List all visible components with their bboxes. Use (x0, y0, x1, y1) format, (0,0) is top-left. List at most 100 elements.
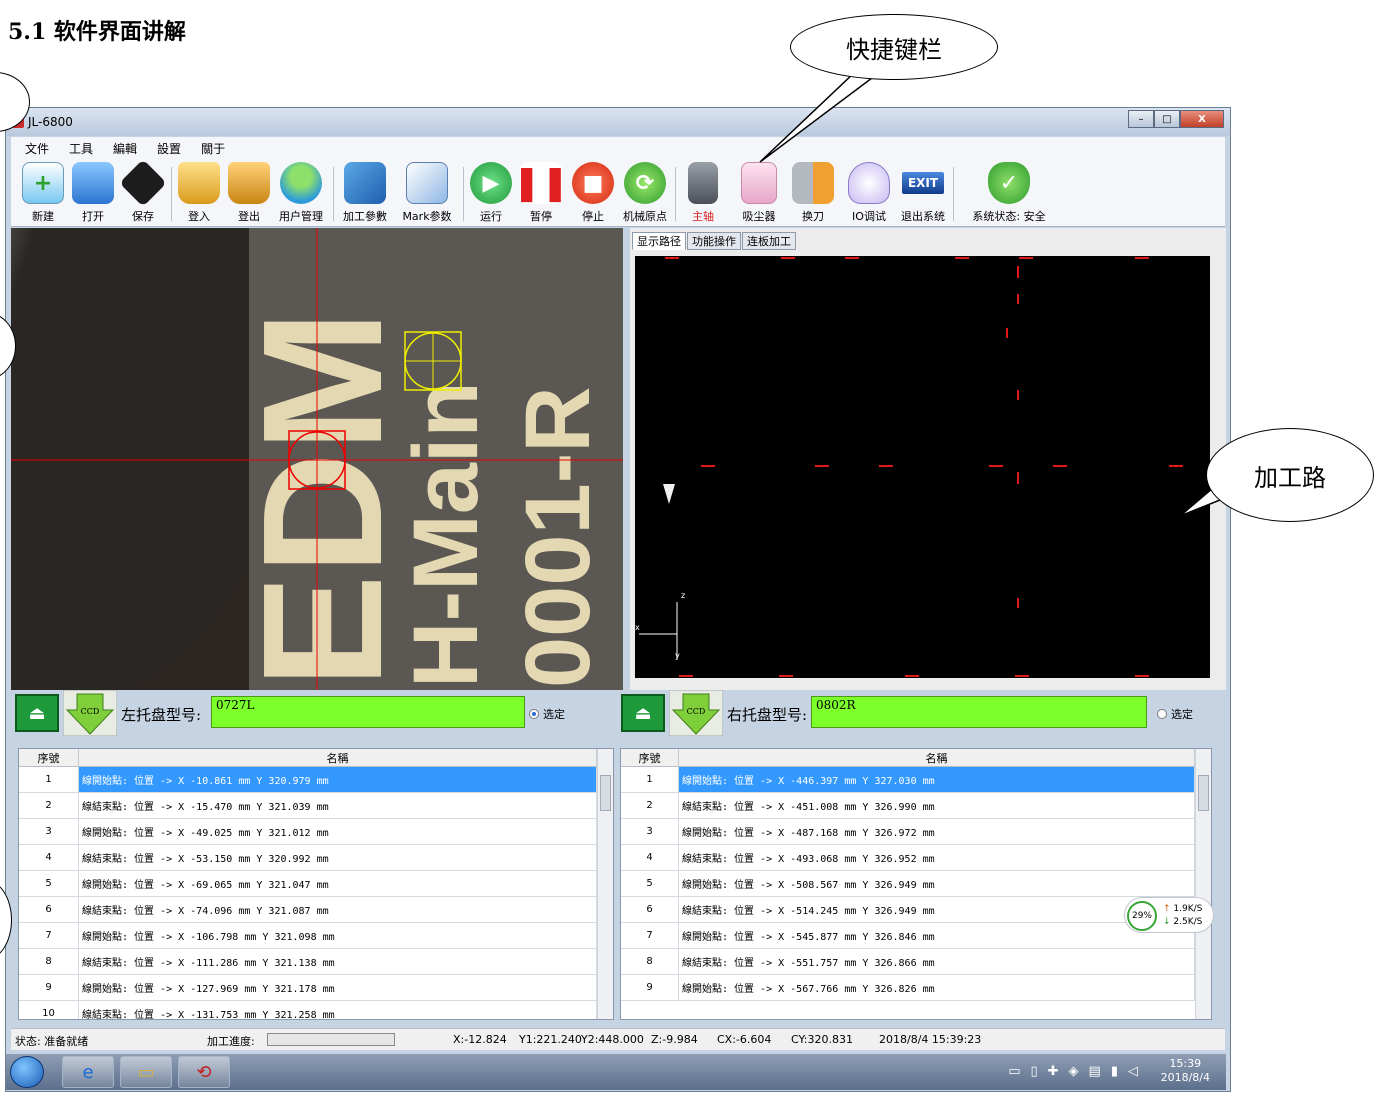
scroll-thumb[interactable] (600, 775, 611, 811)
table-row[interactable]: 4 線結束點: 位置 -> X -493.068 mm Y 326.952 mm (621, 845, 1211, 871)
table-row[interactable]: 8 線結束點: 位置 -> X -551.757 mm Y 326.866 mm (621, 949, 1211, 975)
table-row[interactable]: 3 線開始點: 位置 -> X -487.168 mm Y 326.972 mm (621, 819, 1211, 845)
table-row[interactable]: 7 線開始點: 位置 -> X -545.877 mm Y 326.846 mm (621, 923, 1211, 949)
unlock-icon (178, 162, 220, 204)
status-bar: 状态: 准备就绪 加工進度: X:-12.824 Y1:221.240 Y2:4… (11, 1028, 1225, 1050)
pause-button[interactable]: ❚❚ 暂停 (512, 162, 570, 224)
menu-about[interactable]: 關于 (201, 140, 225, 157)
folder-taskbar-icon[interactable]: ▭ (120, 1056, 172, 1088)
table-row[interactable]: 6 線結束點: 位置 -> X -514.245 mm Y 326.949 mm (621, 897, 1211, 923)
volume-icon[interactable]: ◁ (1128, 1064, 1138, 1079)
right-tray-input[interactable]: 0802R (811, 696, 1147, 728)
save-button[interactable]: 保存 (115, 159, 171, 224)
right-eject-button[interactable]: ⏏ (621, 694, 665, 732)
shield-check-icon: ✓ (988, 162, 1030, 204)
tab-display-path[interactable]: 显示路径 (632, 232, 686, 250)
io-debug-button[interactable]: IO调试 (841, 162, 897, 224)
table-row[interactable]: 6 線結束點: 位置 -> X -74.096 mm Y 321.087 mm (19, 897, 613, 923)
table-row[interactable]: 3 線開始點: 位置 -> X -49.025 mm Y 321.012 mm (19, 819, 613, 845)
taskbar-clock[interactable]: 15:39 2018/8/4 (1161, 1057, 1210, 1085)
table-row[interactable]: 8 線結束點: 位置 -> X -111.286 mm Y 321.138 mm (19, 949, 613, 975)
network-tray-icon[interactable]: ▤ (1089, 1064, 1101, 1079)
right-tray-label: 右托盘型号: (727, 706, 808, 724)
table-row[interactable]: 5 線開始點: 位置 -> X -508.567 mm Y 326.949 mm (621, 871, 1211, 897)
table-row[interactable]: 1 線開始點: 位置 -> X -446.397 mm Y 327.030 mm (621, 767, 1211, 793)
table-header: 序號 名稱 (621, 749, 1211, 767)
arrow-up-icon: ↑ (1163, 904, 1171, 914)
system-status-indicator: ✓ 系统状态: 安全 (971, 162, 1047, 224)
folder-icon (72, 162, 114, 204)
left-eject-button[interactable]: ⏏ (15, 694, 59, 732)
browser-taskbar-icon[interactable]: e (62, 1056, 114, 1088)
menu-edit[interactable]: 編輯 (113, 140, 137, 157)
left-tray-select[interactable]: 选定 (529, 706, 565, 722)
eject-icon: ⏏ (634, 702, 652, 724)
table-row[interactable]: 1 線開始點: 位置 -> X -10.861 mm Y 320.979 mm (19, 767, 613, 793)
edit-document-icon (406, 162, 448, 204)
exit-system-button[interactable]: EXIT 退出系统 (895, 162, 951, 224)
svg-text:z: z (681, 591, 685, 600)
camera-view[interactable]: EDM H-Main 0001-R (11, 228, 623, 690)
left-tray-input[interactable]: 0727L (211, 696, 525, 728)
os-taskbar: e ▭ ⟲ ▭ ▯ ✚ ◈ ▤ ▮ ◁ 15:39 2018/8/4 (6, 1054, 1226, 1090)
minimize-button[interactable]: – (1128, 110, 1154, 128)
new-button[interactable]: + 新建 (15, 162, 71, 224)
table-row[interactable]: 2 線結束點: 位置 -> X -451.008 mm Y 326.990 mm (621, 793, 1211, 819)
table-row[interactable]: 9 線開始點: 位置 -> X -567.766 mm Y 326.826 mm (621, 975, 1211, 1001)
menu-file[interactable]: 文件 (25, 140, 49, 157)
stop-button[interactable]: ■ 停止 (565, 162, 621, 224)
right-tray-select[interactable]: 选定 (1157, 706, 1193, 722)
table-row[interactable]: 4 線結束點: 位置 -> X -53.150 mm Y 320.992 mm (19, 845, 613, 871)
process-progress-bar (267, 1033, 395, 1046)
tool-change-button[interactable]: 换刀 (785, 162, 841, 224)
close-button[interactable]: X (1180, 110, 1224, 128)
left-ccd-button[interactable]: CCD (62, 689, 118, 737)
login-button[interactable]: 登入 (171, 162, 227, 224)
scroll-thumb[interactable] (1198, 775, 1209, 811)
svg-text:CCD: CCD (687, 707, 706, 716)
menu-settings[interactable]: 設置 (157, 140, 181, 157)
table-row[interactable]: 5 線開始點: 位置 -> X -69.065 mm Y 321.047 mm (19, 871, 613, 897)
vacuum-button[interactable]: 吸尘器 (731, 162, 787, 224)
sync-icon[interactable]: ◈ (1069, 1064, 1079, 1079)
pcb-silkscreen-2: H-Main (395, 381, 497, 688)
tab-function-ops[interactable]: 功能操作 (687, 232, 741, 250)
keyboard-icon[interactable]: ▭ (1008, 1064, 1020, 1079)
right-table-scrollbar[interactable] (1195, 749, 1211, 1019)
logout-button[interactable]: 登出 (221, 162, 277, 224)
menu-tools[interactable]: 工具 (69, 140, 93, 157)
mark-params-button[interactable]: Mark参数 (399, 162, 455, 224)
radio-selected-icon (529, 709, 539, 719)
status-datetime: 2018/8/4 15:39:23 (879, 1033, 982, 1046)
user-management-button[interactable]: 用户管理 (273, 162, 329, 224)
download-speed: 2.5K/S (1173, 917, 1203, 927)
maximize-button[interactable]: □ (1154, 110, 1180, 128)
callout-shortcut-bar: 快捷键栏 (790, 14, 998, 80)
coord-cy: CY:320.831 (791, 1033, 853, 1046)
table-row[interactable]: 9 線開始點: 位置 -> X -127.969 mm Y 321.178 mm (19, 975, 613, 1001)
right-ccd-button[interactable]: CCD (668, 689, 724, 737)
new-icon: + (22, 162, 64, 204)
callout-process-path: 加工路 (1206, 428, 1374, 522)
tab-panel-processing[interactable]: 连板加工 (742, 232, 796, 250)
path-canvas[interactable]: z y x (635, 256, 1210, 678)
table-row[interactable]: 10 線結束點: 位置 -> X -131.753 mm Y 321.258 mm (19, 1001, 613, 1019)
pause-icon: ❚❚ (512, 162, 570, 204)
app-taskbar-icon[interactable]: ⟲ (178, 1056, 230, 1088)
machine-origin-button[interactable]: ⟳ 机械原点 (617, 162, 673, 224)
battery-icon[interactable]: ▯ (1030, 1064, 1037, 1079)
process-params-button[interactable]: 加工參數 (337, 162, 393, 224)
spindle-button[interactable]: 主轴 (675, 162, 731, 224)
open-button[interactable]: 打开 (65, 162, 121, 224)
run-button[interactable]: ▶ 运行 (463, 162, 519, 224)
app-tray-icon[interactable]: ✚ (1048, 1064, 1059, 1079)
floppy-icon (119, 159, 167, 207)
start-button[interactable] (10, 1056, 44, 1088)
table-row[interactable]: 7 線開始點: 位置 -> X -106.798 mm Y 321.098 mm (19, 923, 613, 949)
left-table-scrollbar[interactable] (597, 749, 613, 1019)
document-heading: 5.1 软件界面讲解 (8, 19, 186, 45)
signal-icon[interactable]: ▮ (1111, 1064, 1118, 1079)
table-row[interactable]: 2 線結束點: 位置 -> X -15.470 mm Y 321.039 mm (19, 793, 613, 819)
refresh-icon: ⟳ (624, 162, 666, 204)
toolbar: + 新建 打开 保存 登入 登出 用户管理 加工參數 Mark参数 ▶ 运行 ❚… (11, 159, 1225, 227)
